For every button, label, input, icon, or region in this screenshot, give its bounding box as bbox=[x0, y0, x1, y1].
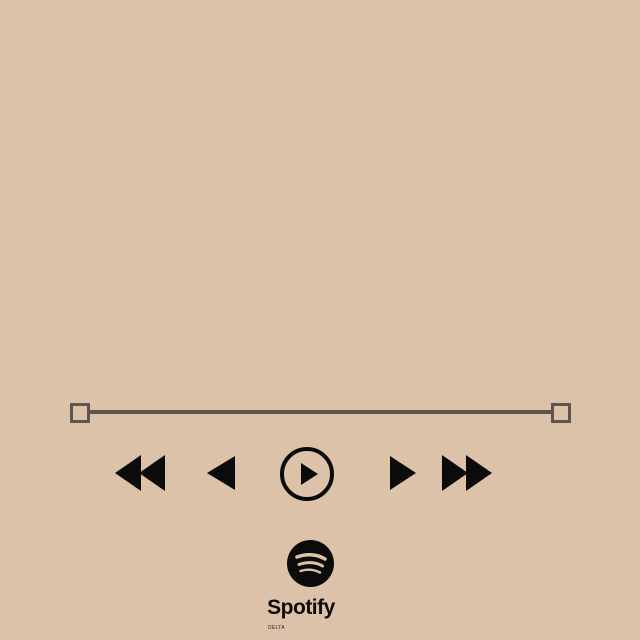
play-button[interactable] bbox=[279, 446, 335, 502]
next-button[interactable] bbox=[390, 456, 416, 490]
spotify-logo-icon bbox=[287, 540, 334, 587]
fast-rewind-button[interactable] bbox=[115, 455, 167, 491]
next-icon bbox=[390, 456, 416, 490]
brand-subtext: DELTA bbox=[268, 625, 285, 631]
brand-name: Spotify bbox=[267, 596, 335, 619]
progress-end-handle[interactable] bbox=[551, 403, 571, 423]
progress-bar[interactable] bbox=[70, 402, 571, 423]
previous-icon bbox=[207, 456, 235, 490]
fast-forward-icon bbox=[442, 455, 492, 491]
fast-rewind-icon bbox=[115, 455, 165, 491]
playback-controls bbox=[0, 444, 640, 504]
progress-track bbox=[79, 410, 562, 414]
play-icon bbox=[280, 447, 334, 501]
previous-button[interactable] bbox=[207, 456, 235, 490]
fast-forward-button[interactable] bbox=[442, 455, 494, 491]
progress-start-handle[interactable] bbox=[70, 403, 90, 423]
